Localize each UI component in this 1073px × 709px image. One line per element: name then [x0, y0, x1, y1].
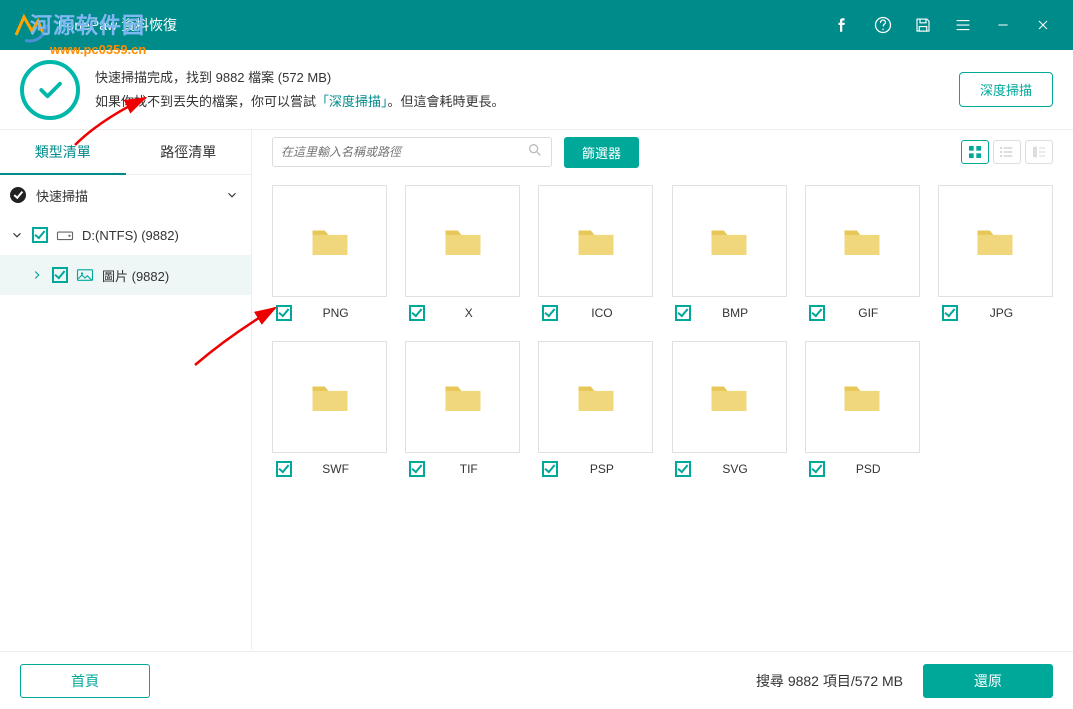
folder-item[interactable]: BMP	[671, 185, 786, 321]
folder-icon	[538, 341, 653, 453]
folder-name: JPG	[970, 306, 1053, 320]
search-box[interactable]	[272, 137, 552, 167]
folder-item[interactable]: SWF	[272, 341, 387, 477]
folder-icon	[538, 185, 653, 297]
folder-name: SWF	[304, 462, 387, 476]
sidebar: 類型清單 路徑清單 快速掃描 D:(NTFS) (9882) 圖片 (9882)	[0, 130, 252, 650]
folder-checkbox[interactable]	[675, 305, 691, 321]
folder-icon	[272, 341, 387, 453]
folder-checkbox[interactable]	[942, 305, 958, 321]
tree-images[interactable]: 圖片 (9882)	[0, 255, 251, 295]
tree-drive[interactable]: D:(NTFS) (9882)	[0, 215, 251, 255]
scan-summary-line2: 如果你找不到丟失的檔案，你可以嘗試「深度掃描」。但這會耗時更長。	[95, 90, 959, 113]
folder-name: ICO	[570, 306, 653, 320]
folder-icon	[938, 185, 1053, 297]
chevron-down-icon	[10, 228, 24, 242]
folder-item[interactable]: ICO	[538, 185, 653, 321]
images-checkbox[interactable]	[52, 267, 68, 283]
search-icon[interactable]	[527, 142, 543, 163]
check-circle-icon	[10, 187, 26, 203]
chevron-right-icon	[30, 268, 44, 282]
folder-item[interactable]: TIF	[405, 341, 520, 477]
folder-item[interactable]: PSD	[805, 341, 920, 477]
folder-item[interactable]: PNG	[272, 185, 387, 321]
deep-scan-link[interactable]: 「深度掃描」	[316, 94, 388, 109]
view-detail-icon[interactable]	[1025, 140, 1053, 164]
folder-checkbox[interactable]	[542, 461, 558, 477]
view-list-icon[interactable]	[993, 140, 1021, 164]
success-check-icon	[20, 60, 80, 120]
folder-icon	[672, 341, 787, 453]
folder-item[interactable]: PSP	[538, 341, 653, 477]
chevron-down-icon	[225, 188, 239, 202]
image-icon	[76, 268, 94, 282]
folder-checkbox[interactable]	[809, 461, 825, 477]
folder-name: PSD	[837, 462, 920, 476]
home-button[interactable]: 首頁	[20, 664, 150, 698]
tab-type-list[interactable]: 類型清單	[0, 130, 126, 175]
folder-checkbox[interactable]	[809, 305, 825, 321]
app-title: FonePaw 資料恢復	[58, 15, 177, 35]
search-input[interactable]	[281, 145, 527, 159]
folder-icon	[672, 185, 787, 297]
folder-name: BMP	[703, 306, 786, 320]
folder-checkbox[interactable]	[542, 305, 558, 321]
menu-icon[interactable]	[943, 0, 983, 50]
folder-name: GIF	[837, 306, 920, 320]
footer-bar: 首頁 搜尋 9882 項目/572 MB 還原	[0, 651, 1073, 709]
minimize-button[interactable]	[983, 0, 1023, 50]
folder-name: SVG	[703, 462, 786, 476]
folder-icon	[805, 341, 920, 453]
folder-name: X	[437, 306, 520, 320]
tab-path-list[interactable]: 路徑清單	[126, 130, 252, 175]
view-grid-icon[interactable]	[961, 140, 989, 164]
drive-checkbox[interactable]	[32, 227, 48, 243]
help-icon[interactable]	[863, 0, 903, 50]
scan-status-area: 快速掃描完成，找到 9882 檔案 (572 MB) 如果你找不到丟失的檔案，你…	[0, 50, 1073, 130]
folder-icon	[805, 185, 920, 297]
app-logo-icon	[10, 5, 50, 45]
deep-scan-button[interactable]: 深度掃描	[959, 72, 1053, 107]
folder-icon	[272, 185, 387, 297]
folder-checkbox[interactable]	[276, 461, 292, 477]
folder-checkbox[interactable]	[409, 461, 425, 477]
folder-icon	[405, 341, 520, 453]
close-button[interactable]	[1023, 0, 1063, 50]
restore-button[interactable]: 還原	[923, 664, 1053, 698]
folder-item[interactable]: JPG	[938, 185, 1053, 321]
facebook-icon[interactable]	[823, 0, 863, 50]
folder-checkbox[interactable]	[675, 461, 691, 477]
tree-quick-scan[interactable]: 快速掃描	[0, 175, 251, 215]
folder-item[interactable]: SVG	[671, 341, 786, 477]
folder-item[interactable]: GIF	[805, 185, 920, 321]
filter-button[interactable]: 篩選器	[564, 137, 639, 168]
folder-name: PSP	[570, 462, 653, 476]
folder-checkbox[interactable]	[276, 305, 292, 321]
folder-checkbox[interactable]	[409, 305, 425, 321]
folder-item[interactable]: X	[405, 185, 520, 321]
save-icon[interactable]	[903, 0, 943, 50]
scan-summary-line1: 快速掃描完成，找到 9882 檔案 (572 MB)	[95, 66, 959, 89]
folder-name: TIF	[437, 462, 520, 476]
folder-icon	[405, 185, 520, 297]
folder-name: PNG	[304, 306, 387, 320]
title-bar: FonePaw 資料恢復	[0, 0, 1073, 50]
drive-icon	[56, 228, 74, 242]
footer-status: 搜尋 9882 項目/572 MB	[756, 671, 903, 691]
content-area: 篩選器 PNG X ICO BMP GIF JPG SWF TIF PSP SVG PSD	[252, 130, 1073, 650]
